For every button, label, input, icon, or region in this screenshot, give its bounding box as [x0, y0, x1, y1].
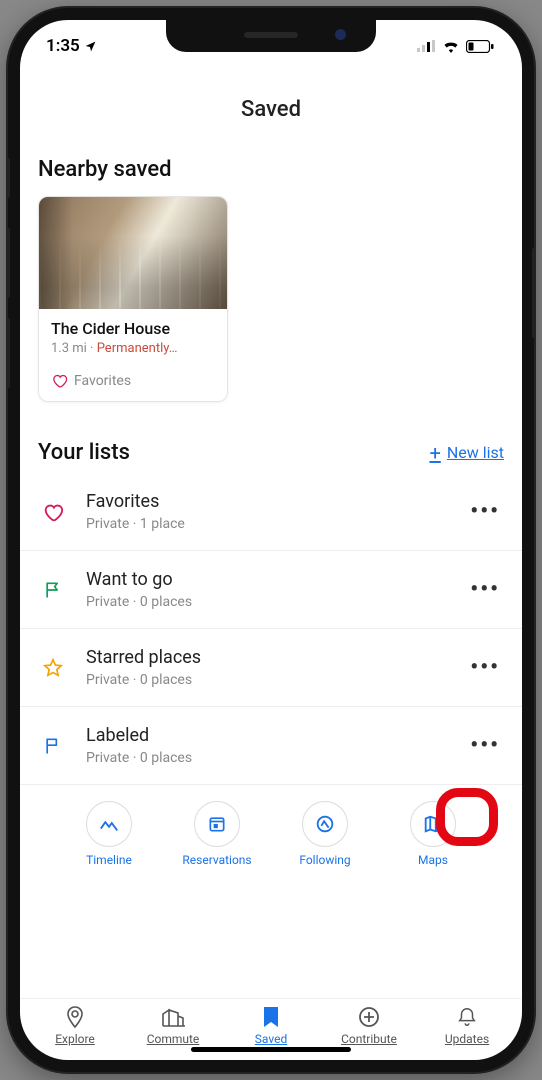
location-icon: [84, 40, 97, 53]
nearby-card-distance: 1.3 mi: [51, 341, 87, 356]
nearby-card[interactable]: The Cider House 1.3 mi · Permanently… Fa…: [38, 196, 228, 402]
list-name: Labeled: [86, 725, 466, 746]
chip-following[interactable]: Following: [286, 801, 364, 867]
new-list-button[interactable]: + New list: [429, 441, 504, 465]
nav-label: Commute: [147, 1032, 200, 1046]
nearby-heading: Nearby saved: [20, 157, 522, 196]
status-time: 1:35: [46, 36, 80, 56]
buildings-icon: [160, 1005, 186, 1029]
page-title: Saved: [20, 72, 522, 157]
list-name: Want to go: [86, 569, 466, 590]
cellular-icon: [417, 40, 436, 52]
wifi-icon: [442, 40, 460, 53]
list-meta: Private · 0 places: [86, 750, 466, 766]
nav-label: Contribute: [341, 1032, 397, 1046]
list-name: Favorites: [86, 491, 466, 512]
nearby-card-title: The Cider House: [51, 319, 215, 338]
list-row-labeled[interactable]: Labeled Private · 0 places •••: [20, 707, 522, 785]
more-button[interactable]: •••: [466, 733, 504, 758]
nearby-card-sub: 1.3 mi · Permanently…: [51, 341, 215, 356]
list-meta: Private · 0 places: [86, 594, 466, 610]
list-meta: Private · 0 places: [86, 672, 466, 688]
chip-row: Timeline Reservations Following Maps: [20, 785, 522, 871]
chip-label: Reservations: [182, 853, 251, 867]
bookmark-icon: [261, 1005, 281, 1029]
nav-label: Updates: [445, 1032, 489, 1046]
bell-icon: [456, 1005, 478, 1029]
list-meta: Private · 1 place: [86, 516, 466, 532]
list-name: Starred places: [86, 647, 466, 668]
list-row-want-to-go[interactable]: Want to go Private · 0 places •••: [20, 551, 522, 629]
new-list-label: New list: [447, 443, 504, 462]
more-button[interactable]: •••: [466, 499, 504, 524]
nav-saved[interactable]: Saved: [231, 1005, 311, 1046]
heart-icon: [38, 501, 68, 523]
chip-label: Timeline: [86, 853, 132, 867]
pin-icon: [63, 1005, 87, 1029]
list-row-starred[interactable]: Starred places Private · 0 places •••: [20, 629, 522, 707]
nav-explore[interactable]: Explore: [35, 1005, 115, 1046]
nav-contribute[interactable]: Contribute: [329, 1005, 409, 1046]
home-indicator[interactable]: [191, 1047, 351, 1052]
chip-label: Following: [299, 853, 350, 867]
yourlists-heading: Your lists: [38, 440, 130, 465]
notch: [166, 20, 376, 52]
chip-reservations[interactable]: Reservations: [178, 801, 256, 867]
plus-circle-icon: [357, 1005, 381, 1029]
heart-icon: [51, 372, 68, 389]
more-button[interactable]: •••: [466, 655, 504, 680]
flag-icon: [38, 579, 68, 601]
nearby-card-image: [39, 197, 227, 309]
more-button[interactable]: •••: [466, 577, 504, 602]
nearby-card-status: Permanently…: [97, 341, 178, 356]
nearby-card-list-label: Favorites: [74, 373, 131, 389]
chip-label: Maps: [418, 853, 448, 867]
label-flag-icon: [38, 735, 68, 757]
list-row-favorites[interactable]: Favorites Private · 1 place •••: [20, 473, 522, 551]
nav-updates[interactable]: Updates: [427, 1005, 507, 1046]
star-icon: [38, 657, 68, 679]
nav-label: Explore: [55, 1032, 95, 1046]
chip-timeline[interactable]: Timeline: [70, 801, 148, 867]
chip-maps[interactable]: Maps: [394, 801, 472, 867]
nav-label: Saved: [255, 1032, 287, 1046]
nav-commute[interactable]: Commute: [133, 1005, 213, 1046]
battery-icon: [466, 40, 494, 53]
nearby-card-list: Favorites: [51, 372, 215, 389]
plus-icon: +: [429, 441, 440, 465]
